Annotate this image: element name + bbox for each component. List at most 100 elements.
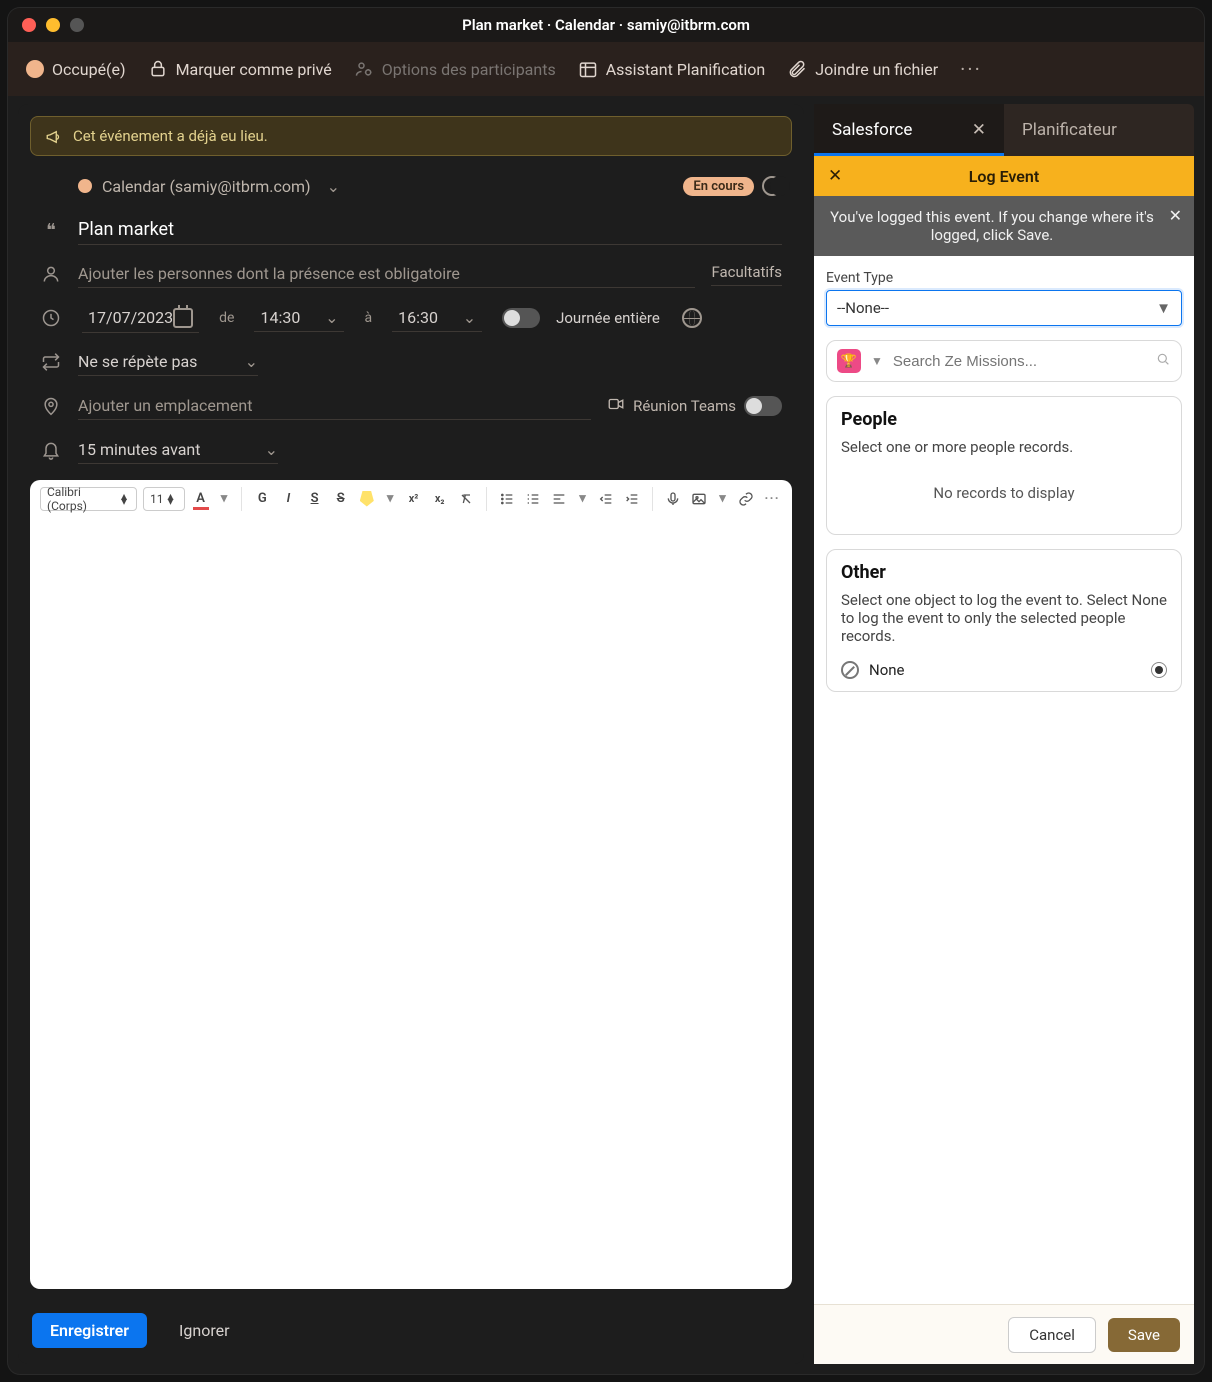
sf-footer: Cancel Save: [814, 1304, 1194, 1364]
highlight-button[interactable]: [357, 488, 377, 510]
indent-button[interactable]: [622, 488, 642, 510]
chevron-down-icon: ⌄: [325, 308, 338, 327]
subscript-button[interactable]: x₂: [430, 488, 450, 510]
superscript-button[interactable]: x²: [404, 488, 424, 510]
from-label: de: [219, 310, 234, 326]
start-time-text: 14:30: [260, 308, 300, 327]
sf-panel-header: ✕ Log Event: [814, 156, 1194, 196]
align-button[interactable]: [549, 488, 569, 510]
description-textarea[interactable]: [30, 518, 792, 1289]
minimize-window-button[interactable]: [46, 18, 60, 32]
recurrence-select[interactable]: Ne se répète pas ⌄: [78, 348, 258, 376]
all-day-toggle[interactable]: [502, 308, 540, 328]
end-time-text: 16:30: [398, 308, 438, 327]
sf-close-icon[interactable]: ✕: [828, 166, 842, 186]
sf-save-button[interactable]: Save: [1108, 1318, 1180, 1352]
paperclip-icon: [787, 59, 807, 79]
bold-button[interactable]: G: [252, 488, 272, 510]
zoom-window-button[interactable]: [70, 18, 84, 32]
location-input[interactable]: Ajouter un emplacement: [78, 392, 591, 420]
chevron-down-icon[interactable]: ▾: [383, 488, 398, 510]
availability-label: Occupé(e): [52, 60, 126, 79]
event-title-input[interactable]: Plan market: [78, 215, 782, 245]
save-label: Enregistrer: [50, 1321, 129, 1340]
sf-cancel-button[interactable]: Cancel: [1008, 1317, 1096, 1353]
chevron-down-icon[interactable]: ▾: [217, 488, 232, 510]
start-time-input[interactable]: 14:30 ⌄: [254, 304, 344, 332]
status-dot-icon: [26, 60, 44, 78]
trophy-icon: 🏆: [837, 349, 861, 373]
required-attendees-input[interactable]: Ajouter les personnes dont la présence e…: [78, 260, 695, 288]
event-type-select[interactable]: --None-- ▼: [826, 290, 1182, 326]
insert-image-button[interactable]: [689, 488, 709, 510]
teams-toggle[interactable]: [744, 396, 782, 416]
bullet-list-button[interactable]: [497, 488, 517, 510]
chevron-down-icon[interactable]: ▼: [871, 354, 883, 368]
sf-search-card: 🏆 ▼: [826, 340, 1182, 382]
chevron-down-icon: ⌄: [265, 440, 278, 459]
person-icon: [40, 264, 62, 284]
sf-save-label: Save: [1128, 1326, 1160, 1344]
font-family-value: Calibri (Corps): [47, 485, 117, 513]
sf-search-input[interactable]: [893, 353, 1145, 370]
do-not-disturb-icon[interactable]: [762, 176, 782, 196]
save-button[interactable]: Enregistrer: [32, 1313, 147, 1348]
participant-options-label: Options des participants: [382, 60, 556, 79]
more-actions-button[interactable]: ···: [960, 57, 982, 81]
mark-private-label: Marquer comme privé: [176, 60, 332, 79]
tab-salesforce[interactable]: Salesforce ✕: [814, 104, 1004, 156]
font-size-select[interactable]: 11 ▴▾: [143, 487, 185, 511]
chevron-down-icon[interactable]: ▾: [715, 488, 730, 510]
dictate-button[interactable]: [663, 488, 683, 510]
date-input[interactable]: 17/07/2023: [82, 304, 199, 333]
spinner-icon: ▴▾: [121, 494, 130, 504]
clear-format-button[interactable]: [456, 488, 476, 510]
end-time-input[interactable]: 16:30 ⌄: [392, 304, 482, 332]
sf-notice: You've logged this event. If you change …: [814, 196, 1194, 256]
discard-button[interactable]: Ignorer: [161, 1313, 247, 1348]
chevron-down-icon: ⌄: [245, 352, 258, 371]
highlighter-icon: [360, 491, 374, 507]
tab-plan-label: Planificateur: [1022, 120, 1117, 140]
strikethrough-button[interactable]: S: [331, 488, 351, 510]
location-icon: [40, 396, 62, 416]
side-tabs: Salesforce ✕ Planificateur: [814, 104, 1194, 156]
close-window-button[interactable]: [22, 18, 36, 32]
participant-options-button[interactable]: Options des participants: [354, 59, 556, 79]
date-text: 17/07/2023: [88, 308, 173, 327]
optional-attendees-link[interactable]: Facultatifs: [711, 263, 782, 281]
timezone-icon[interactable]: [682, 308, 702, 328]
quote-icon: ❝: [40, 220, 62, 241]
chevron-down-icon[interactable]: ▾: [575, 488, 590, 510]
insert-link-button[interactable]: [736, 488, 756, 510]
calendar-name: Calendar (samiy@itbrm.com): [102, 177, 311, 196]
mark-private-button[interactable]: Marquer comme privé: [148, 59, 332, 79]
other-title: Other: [841, 562, 1167, 583]
font-color-button[interactable]: A: [191, 488, 211, 510]
availability-status[interactable]: Occupé(e): [26, 60, 126, 79]
other-none-option[interactable]: None: [841, 653, 1167, 679]
scheduling-assistant-button[interactable]: Assistant Planification: [578, 59, 766, 79]
dismiss-notice-icon[interactable]: ✕: [1169, 206, 1182, 225]
recurrence-text: Ne se répète pas: [78, 352, 197, 371]
outdent-button[interactable]: [596, 488, 616, 510]
banner-text: Cet événement a déjà eu lieu.: [73, 127, 268, 145]
repeat-icon: [40, 352, 62, 372]
underline-button[interactable]: S: [304, 488, 324, 510]
past-event-banner: Cet événement a déjà eu lieu.: [30, 116, 792, 156]
attach-file-button[interactable]: Joindre un fichier: [787, 59, 938, 79]
font-family-select[interactable]: Calibri (Corps) ▴▾: [40, 487, 137, 511]
none-icon: [841, 661, 859, 679]
calendar-selector[interactable]: Calendar (samiy@itbrm.com) ⌄: [78, 173, 667, 200]
editor-more-button[interactable]: ···: [762, 488, 782, 510]
reminder-select[interactable]: 15 minutes avant ⌄: [78, 436, 278, 464]
bell-icon: [40, 440, 62, 460]
event-type-field: Event Type --None-- ▼: [826, 270, 1182, 326]
other-card: Other Select one object to log the event…: [826, 549, 1182, 692]
numbered-list-button[interactable]: [523, 488, 543, 510]
event-type-label: Event Type: [826, 270, 1182, 286]
tab-planificateur[interactable]: Planificateur: [1004, 104, 1194, 156]
reminder-text: 15 minutes avant: [78, 440, 200, 459]
close-tab-icon[interactable]: ✕: [972, 120, 986, 140]
italic-button[interactable]: I: [278, 488, 298, 510]
